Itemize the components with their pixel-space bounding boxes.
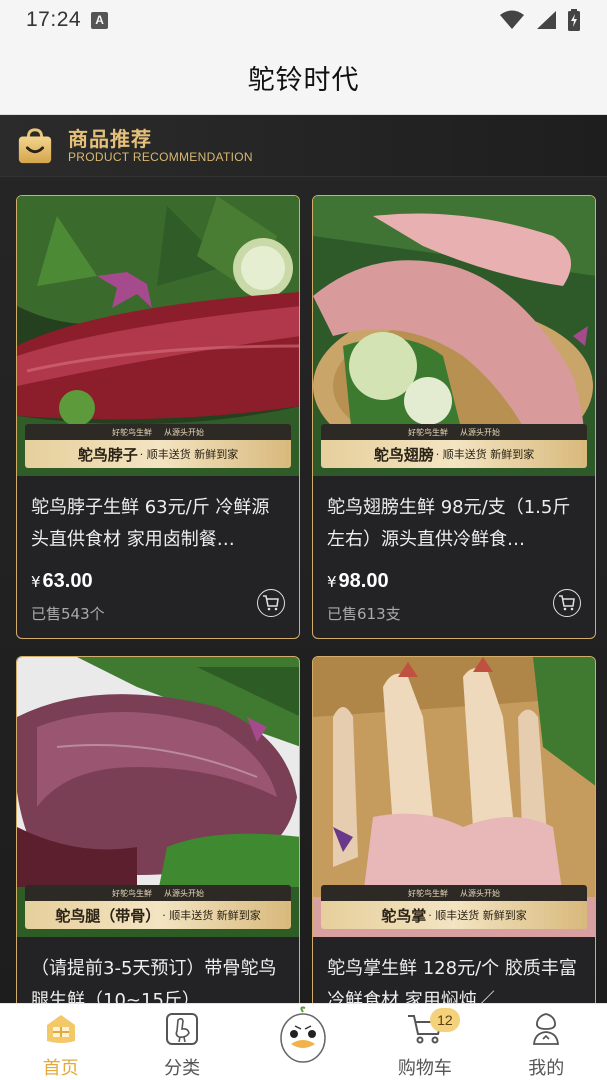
tab-cart-label: 购物车 [397,1058,452,1079]
cart-count-badge: 12 [429,1008,460,1032]
banner-slogan-b: 从源头开始 [460,427,500,437]
category-ostrich-icon [162,1010,202,1048]
tab-mascot[interactable] [248,1004,358,1080]
banner-tagline: · 顺丰送货 新鲜到家 [435,448,535,461]
page-title: 鸵铃时代 [247,64,360,96]
banner-slogan-b: 从源头开始 [164,427,204,437]
banner-slogan-b: 从源头开始 [460,888,500,898]
product-price: 98.00 [338,570,389,592]
notification-a-icon: A [91,11,109,29]
banner-slogan-a: 好鸵鸟生鲜 [112,427,152,437]
product-image-ostrich-wing[interactable]: 好鸵鸟生鲜 从源头开始 鸵鸟翅膀 · 顺丰送货 新鲜到家 [313,196,595,476]
profile-icon [526,1010,566,1048]
cart-icon [559,594,575,610]
currency-symbol: ¥ [31,573,41,591]
tab-cart[interactable]: 12 购物车 [370,1004,480,1080]
product-card[interactable]: 好鸵鸟生鲜 从源头开始 鸵鸟掌 · 顺丰送货 新鲜到家 鸵鸟掌生鲜 128元/个… [312,656,596,1003]
wifi-icon [500,10,524,29]
banner-product-name: 鸵鸟掌 [381,906,427,925]
banner-tagline: · 顺丰送货 新鲜到家 [428,909,527,922]
status-time: 17:24 [26,8,82,31]
section-header: 商品推荐 PRODUCT RECOMMENDATION [0,115,607,177]
tab-home-label: 首页 [42,1058,79,1079]
product-banner: 好鸵鸟生鲜 从源头开始 鸵鸟翅膀 · 顺丰送货 新鲜到家 [321,424,587,468]
product-image-ostrich-neck[interactable]: 好鸵鸟生鲜 从源头开始 鸵鸟脖子 · 顺丰送货 新鲜到家 [17,196,299,476]
product-image-ostrich-feet[interactable]: 好鸵鸟生鲜 从源头开始 鸵鸟掌 · 顺丰送货 新鲜到家 [313,657,595,937]
add-to-cart-button[interactable] [553,588,581,617]
home-icon [41,1010,81,1048]
product-card[interactable]: 好鸵鸟生鲜 从源头开始 鸵鸟脖子 · 顺丰送货 新鲜到家 鸵鸟脖子生鲜 63元/… [16,195,300,639]
product-card[interactable]: 好鸵鸟生鲜 从源头开始 鸵鸟翅膀 · 顺丰送货 新鲜到家 鸵鸟翅膀生鲜 98元/… [312,195,596,639]
mascot-icon [277,1006,329,1066]
section-title: 商品推荐 [68,126,152,151]
bottom-tab-bar: 首页 分类 12 购物车 我的 [0,1003,607,1080]
product-description[interactable]: 鸵鸟翅膀生鲜 98元/支（1.5斤左右）源头直供冷鲜食… [327,492,581,556]
product-banner: 好鸵鸟生鲜 从源头开始 鸵鸟掌 · 顺丰送货 新鲜到家 [321,885,587,929]
product-description[interactable]: 鸵鸟掌生鲜 128元/个 胶质丰富冷鲜食材 家用焖炖／… [327,953,581,1003]
signal-icon [537,11,556,29]
tab-category-label: 分类 [164,1058,201,1079]
battery-charging-icon [568,9,580,31]
tab-mine-label: 我的 [528,1058,565,1079]
product-price: 63.00 [42,570,93,592]
shopping-bag-icon [18,127,52,163]
banner-slogan-a: 好鸵鸟生鲜 [408,888,448,898]
section-subtitle: PRODUCT RECOMMENDATION [68,149,253,164]
sold-count: 已售543个 [31,605,105,623]
tab-category[interactable]: 分类 [127,1004,237,1080]
product-image-ostrich-leg[interactable]: 好鸵鸟生鲜 从源头开始 鸵鸟腿（带骨） · 顺丰送货 新鲜到家 [17,657,299,937]
sold-count: 已售613支 [327,605,401,623]
cart-icon [263,594,279,610]
app-header: 鸵铃时代 [0,40,607,115]
product-banner: 好鸵鸟生鲜 从源头开始 鸵鸟腿（带骨） · 顺丰送货 新鲜到家 [25,885,291,929]
product-description[interactable]: 鸵鸟脖子生鲜 63元/斤 冷鲜源头直供食材 家用卤制餐… [31,492,285,556]
banner-product-name: 鸵鸟翅膀 [373,445,434,464]
add-to-cart-button[interactable] [257,588,285,617]
banner-slogan-b: 从源头开始 [164,888,204,898]
currency-symbol: ¥ [327,573,337,591]
banner-slogan-a: 好鸵鸟生鲜 [112,888,152,898]
product-description[interactable]: （请提前3-5天预订）带骨鸵鸟腿生鲜（10~15斤）… [31,953,285,1003]
tab-mine[interactable]: 我的 [491,1004,601,1080]
main-content[interactable]: 商品推荐 PRODUCT RECOMMENDATION 好鸵鸟生鲜 从源头开始 … [0,115,607,1003]
status-bar: 17:24 A [0,0,607,40]
banner-tagline: · 顺丰送货 新鲜到家 [162,909,261,922]
banner-slogan-a: 好鸵鸟生鲜 [408,427,448,437]
status-right-icons [499,9,581,31]
tab-home[interactable]: 首页 [6,1004,116,1080]
product-banner: 好鸵鸟生鲜 从源头开始 鸵鸟脖子 · 顺丰送货 新鲜到家 [25,424,291,468]
banner-tagline: · 顺丰送货 新鲜到家 [139,448,239,461]
banner-product-name: 鸵鸟腿（带骨） [55,906,161,925]
product-card[interactable]: 好鸵鸟生鲜 从源头开始 鸵鸟腿（带骨） · 顺丰送货 新鲜到家 （请提前3-5天… [16,656,300,1003]
banner-product-name: 鸵鸟脖子 [77,445,138,464]
